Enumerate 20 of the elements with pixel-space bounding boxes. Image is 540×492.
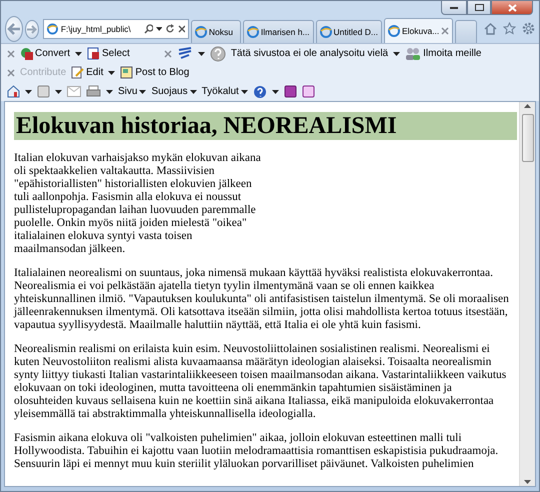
address-bar[interactable]: F:\juy_html_public\ (42, 19, 189, 39)
paragraph: Italian elokuvan varhaisjakso mykän elokuvan aikana oli spektaakkelien valtakautta. Massiivisien "epähistoriallisten" historiallisten elokuvien jälkeen tuli aallonpohja. Fasismin alla elokuva ei noussut pullistelupropagandan laihan luovuuden paremmalle puolelle. Onkin myös niitä joiden mielestä "oikea" italialainen elokuva syntyi vasta toisen maailmansodan jälkeen. (14, 152, 262, 256)
browser-tab[interactable]: Noksu (190, 20, 241, 43)
address-field[interactable]: F:\juy_html_public\ (60, 24, 141, 34)
report-button[interactable]: Ilmoita meille (405, 47, 482, 60)
command-menu[interactable]: Sivu (118, 86, 146, 97)
page-heading: Elokuvan historiaa, NEOREALISMI (14, 112, 517, 140)
paragraph: Neorealismin realismi on erilaista kuin esim. Neuvostoliittolainen sosialistinen realismi. Neorealismi ei kuten Neuvostoliiton realismi alista kuvaamaansa määrätyn ideologian alaiseksi. Toisaalta neorealismin synty liittyy tiukasti Italian vastarintaliikkeeseen toisen maailmansodan aikana. Vastarintaliikkeen vaikutus elokuvaan on toki ideologinen, mutta tavoitteena oli enemmänkin tapahtumien sisäistäminen ja olosuhteiden kuvaus sellaisena kuin ne koettiin sinä aikana Italiassa, eikä manipuloida elokuvakerrontaa yleisemmällä tai abstraktimmalla yhteiskunnallisella ideologialla. (14, 343, 508, 421)
paragraph: Fasismin aikana elokuva oli "valkoisten puhelimien" aikaa, jolloin elokuvan esteettinen malli tuli Hollywoodista. Tabuihin ei kajottu vaan luotiin melodramaattisia romanttisen eskapistisia pukudraamoja. Sensuurin läpi ei mennyt muu kuin steriilit yläluokan porvarilliset päiväunet. Valkoisten puhelimien (14, 432, 500, 471)
browser-tab[interactable]: Ilmarisen h... (242, 20, 314, 43)
paragraph: Italialainen neorealismi on suuntaus, joka nimensä mukaan käyttää hyväksi realistista elokuvakerrontaa. Neorealismia ei voi pelkästään ajatella tietyn tyylin ilmentymänä vaan se oli ennen kaikkea yhteiskunnallinen ilmiö. "Vapautuksen koulukunta" oli antifasistisen taistelun ilmentymä. Se oli moraalisen jälleenrakennuksen ilmentymä. Oli katsottava itseään silmiin, jotta olisi mahdollista kertoa totuus itsestään, vapautua syyllisyydestä. Maailmalle haluttiin näyttää, että Italia ei ole yhtä kuin fasismi. (14, 267, 510, 332)
browser-tab[interactable]: Elokuva... (384, 18, 454, 43)
post-to-blog-button[interactable]: Post to Blog (120, 66, 190, 79)
select-button[interactable]: Select (87, 47, 130, 60)
edit-button[interactable]: Edit (71, 66, 104, 79)
convert-button[interactable]: Convert (20, 47, 70, 60)
browser-tab[interactable]: Untitled D... (316, 20, 382, 43)
command-menu[interactable]: Työkalut (202, 86, 248, 97)
command-menu[interactable]: Suojaus (151, 86, 197, 97)
site-status-button[interactable]: Tätä sivustoa ei ole analysoitu vielä (230, 48, 388, 59)
